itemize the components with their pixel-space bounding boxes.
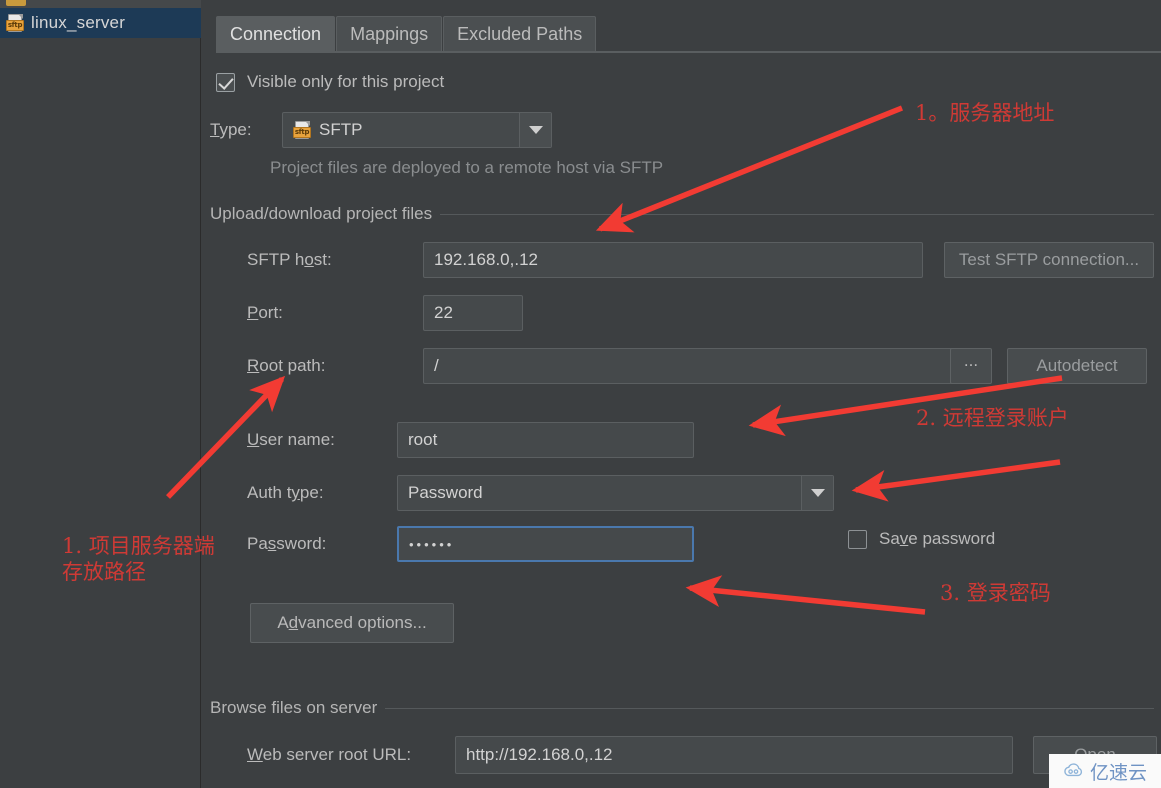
test-connection-row: Test SFTP connection... [944,242,1154,278]
save-password-label: Save password [879,529,996,548]
type-hint-text: Project files are deployed to a remote h… [270,158,664,177]
web-server-root-url-input[interactable]: http://192.168.0,.12 [455,736,1013,774]
test-sftp-connection-button[interactable]: Test SFTP connection... [944,242,1154,278]
cloud-logo-icon [1064,763,1083,777]
deployment-server-list-sidebar: sftp linux_server [0,0,201,788]
partial-item-above-icon [6,0,26,6]
password-value: •••••• [409,536,455,552]
sidebar-item-label: linux_server [31,13,126,32]
user-name-row: User name: root [247,422,694,458]
settings-tabbar: Connection Mappings Excluded Paths [202,8,1161,52]
browse-files-group-header: Browse files on server [210,698,1154,718]
browse-files-group-title: Browse files on server [210,698,378,717]
auth-type-combobox[interactable]: Password [397,475,834,511]
sftp-host-value: 192.168.0,.12 [434,250,538,269]
watermark: 亿速云 [1049,754,1161,788]
password-row: Password: •••••• [247,526,694,562]
tab-excluded-paths-label: Excluded Paths [457,24,583,44]
root-path-input[interactable]: / [423,348,976,384]
type-label: Type: [210,120,252,139]
tab-connection-label: Connection [230,24,322,44]
web-server-root-url-label: Web server root URL: [247,745,412,764]
sftp-host-label: SFTP host: [247,250,332,269]
sftp-host-input[interactable]: 192.168.0,.12 [423,242,923,278]
anno-login-password: 3. 登录密码 [940,581,1051,605]
port-label: Port: [247,303,283,322]
auth-type-label: Auth type: [247,483,324,502]
password-input[interactable]: •••••• [397,526,694,562]
sidebar-toolbar-strip [0,0,201,8]
visible-only-checkbox[interactable] [216,72,235,92]
sftp-host-row: SFTP host: 192.168.0,.12 [247,242,923,278]
chevron-down-icon [810,489,825,497]
password-label: Password: [247,534,327,553]
advanced-options-button[interactable]: Advanced options... [250,603,454,643]
type-hint-row: Project files are deployed to a remote h… [270,158,663,178]
type-dropdown-button[interactable] [519,113,551,147]
anno-remote-account: 2. 远程登录账户 [916,406,1069,430]
test-sftp-connection-label: Test SFTP connection... [958,250,1140,269]
anno-project-path: 1. 项目服务器端 存放路径 [62,534,215,585]
port-input[interactable]: 22 [423,295,523,331]
sftp-file-icon: sftp [293,121,311,139]
save-password-checkbox[interactable] [848,529,867,549]
type-combobox[interactable]: sftp SFTP [282,112,552,148]
tab-connection[interactable]: Connection [216,16,336,52]
visible-only-label: Visible only for this project [247,72,445,91]
app-window: sftp linux_server Connection Mappings Ex… [0,0,1161,788]
type-row: Type: sftp SFTP [210,112,552,148]
upload-download-group-header: Upload/download project files [210,204,1154,224]
ellipsis-icon: ... [963,351,979,370]
tab-excluded-paths[interactable]: Excluded Paths [443,16,597,52]
tabbar-underline [216,51,1161,53]
root-path-row: Root path: / [247,348,976,384]
chevron-down-icon [528,126,543,134]
root-path-label: Root path: [247,356,326,375]
port-row: Port: 22 [247,295,523,331]
upload-download-group-title: Upload/download project files [210,204,433,223]
auth-type-value: Password [408,483,483,502]
advanced-options-label: Advanced options... [277,613,427,632]
watermark-text: 亿速云 [1089,761,1147,784]
root-path-value: / [434,356,439,375]
tab-mappings[interactable]: Mappings [336,16,443,52]
group-divider-line [385,707,1154,709]
anno-server-address: 1。服务器地址 [915,101,1055,125]
type-value: SFTP [319,120,363,139]
web-server-root-url-row: Web server root URL: http://192.168.0,.1… [247,736,1013,774]
user-name-input[interactable]: root [397,422,694,458]
sftp-file-icon: sftp [6,14,24,32]
root-path-actions: ... Autodetect [950,348,1147,384]
browse-root-path-button[interactable]: ... [950,348,992,384]
advanced-options-row: Advanced options... [250,603,454,643]
auth-type-row: Auth type: Password [247,475,834,511]
user-name-value: root [408,430,438,449]
user-name-label: User name: [247,430,335,449]
group-divider-line [440,213,1154,215]
save-password-row[interactable]: Save password [848,529,995,549]
autodetect-button[interactable]: Autodetect [1007,348,1147,384]
web-server-root-url-value: http://192.168.0,.12 [466,745,613,764]
port-value: 22 [434,303,453,322]
autodetect-label: Autodetect [1036,356,1118,375]
visible-only-row[interactable]: Visible only for this project [216,72,444,92]
tab-mappings-label: Mappings [350,24,429,44]
auth-type-dropdown-button[interactable] [801,476,833,510]
sidebar-item-linux-server[interactable]: sftp linux_server [0,8,201,38]
